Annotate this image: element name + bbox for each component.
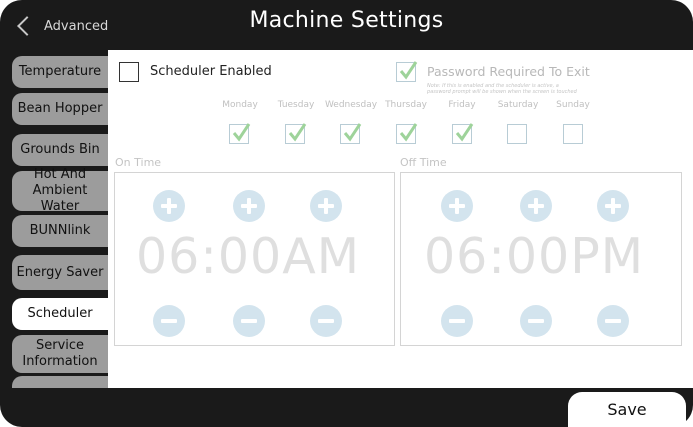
sidebar-item-hot-and-ambient-water[interactable]: Hot And Ambient Water	[12, 167, 108, 214]
save-button[interactable]: Save	[568, 392, 686, 427]
day-label-friday: Friday	[448, 100, 476, 110]
sidebar-item-label: BUNNlink	[29, 223, 91, 238]
password-required-label: Password Required To Exit	[427, 64, 590, 79]
day-label-wednesday: Wednesday	[324, 100, 378, 110]
day-label-tuesday: Tuesday	[277, 100, 315, 110]
on-minute-increment-button[interactable]	[233, 190, 265, 222]
check-icon	[399, 123, 418, 142]
day-checkbox-wednesday[interactable]	[340, 123, 362, 144]
page-title: Machine Settings	[249, 8, 444, 33]
sidebar-item-label: Energy Saver	[16, 264, 104, 280]
on-hour-increment-button[interactable]	[153, 190, 185, 222]
on-ampm-increment-button[interactable]	[310, 190, 342, 222]
day-checkbox-sunday[interactable]	[563, 124, 583, 144]
sidebar-item-label: Bean Hopper	[17, 101, 103, 116]
day-label-saturday: Saturday	[497, 100, 539, 110]
sidebar-item-temperature[interactable]: Temperature	[12, 56, 108, 88]
day-checkbox-thursday[interactable]	[396, 123, 418, 144]
sidebar-item-energy-saver[interactable]: Energy Saver	[12, 255, 108, 290]
on-time-value: 06:00AM	[136, 228, 361, 285]
off-minute-increment-button[interactable]	[520, 190, 552, 222]
day-checkbox-saturday[interactable]	[507, 124, 527, 144]
check-icon	[232, 123, 251, 142]
off-time-value: 06:00PM	[424, 228, 645, 285]
check-icon	[288, 123, 307, 142]
sidebar-item-service-information[interactable]: Service Information	[12, 335, 108, 373]
on-time-label: On Time	[115, 156, 162, 169]
check-icon	[399, 61, 418, 80]
check-icon	[455, 123, 474, 142]
sidebar-item-scheduler[interactable]: Scheduler	[12, 298, 108, 330]
off-hour-decrement-button[interactable]	[441, 305, 473, 337]
sidebar-item-label: Hot And Ambient Water	[32, 167, 88, 214]
sidebar-item-bean-hopper[interactable]: Bean Hopper	[12, 93, 108, 125]
sidebar-item-label: Temperature	[18, 64, 102, 79]
check-icon	[343, 123, 362, 142]
off-minute-decrement-button[interactable]	[520, 305, 552, 337]
sidebar: Temperature Bean Hopper Grounds Bin Hot …	[0, 50, 108, 392]
day-checkbox-tuesday[interactable]	[285, 123, 307, 144]
header-bar: Advanced Machine Settings	[0, 0, 693, 50]
scheduler-enabled-label: Scheduler Enabled	[150, 64, 272, 79]
off-hour-increment-button[interactable]	[441, 190, 473, 222]
sidebar-item-label: Scheduler	[27, 306, 93, 321]
day-label-monday: Monday	[222, 100, 258, 110]
sidebar-item-grounds-bin[interactable]: Grounds Bin	[12, 134, 108, 166]
day-checkbox-friday[interactable]	[452, 123, 474, 144]
sidebar-item-bunnlink[interactable]: BUNNlink	[12, 215, 108, 247]
sidebar-item-label: Service Information	[22, 338, 98, 369]
on-minute-decrement-button[interactable]	[233, 305, 265, 337]
off-time-label: Off Time	[400, 156, 447, 169]
day-checkbox-monday[interactable]	[229, 123, 251, 144]
on-hour-decrement-button[interactable]	[153, 305, 185, 337]
off-ampm-decrement-button[interactable]	[597, 305, 629, 337]
machine-settings-screen: Advanced Machine Settings Temperature Be…	[0, 0, 693, 427]
password-required-checkbox[interactable]	[396, 61, 418, 82]
scheduler-enabled-checkbox[interactable]	[119, 62, 139, 82]
day-label-sunday: Sunday	[556, 100, 590, 110]
password-note: Note: If this is enabled and the schedul…	[427, 83, 577, 95]
day-label-thursday: Thursday	[385, 100, 427, 110]
on-ampm-decrement-button[interactable]	[310, 305, 342, 337]
off-ampm-increment-button[interactable]	[597, 190, 629, 222]
sidebar-item-label: Grounds Bin	[20, 142, 100, 157]
